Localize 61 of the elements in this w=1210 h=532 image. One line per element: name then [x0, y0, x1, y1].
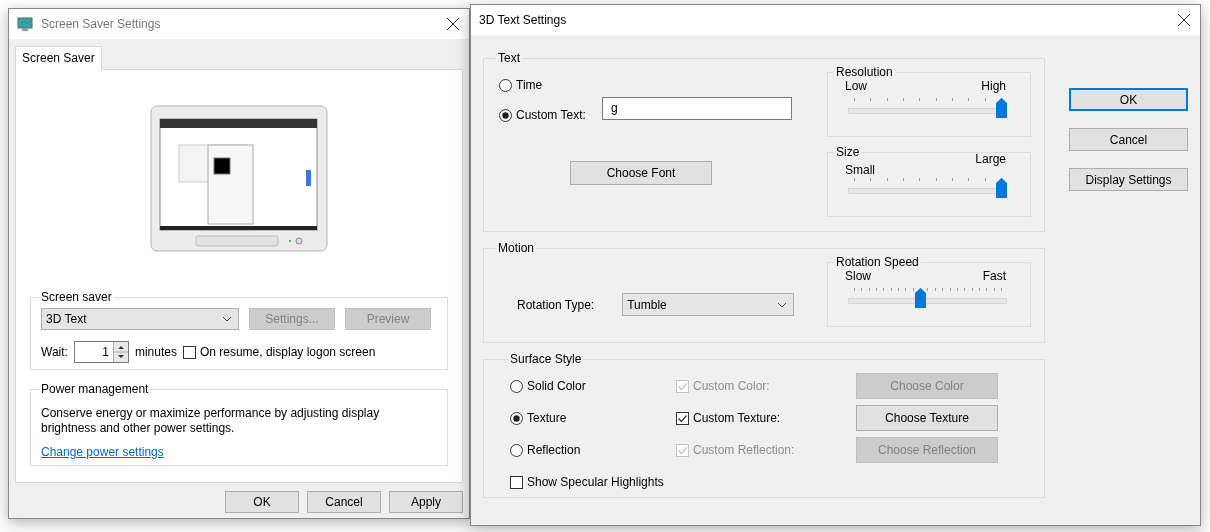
close-icon[interactable]	[445, 16, 461, 32]
group-label: Resolution	[835, 65, 894, 79]
dialog-button[interactable]: Display Settings	[1069, 168, 1188, 191]
chevron-icon	[222, 316, 232, 322]
slider-min-label: Small	[845, 163, 875, 177]
radio-button[interactable]	[499, 108, 512, 122]
radio-label: Time	[516, 78, 543, 92]
group-label: Rotation Speed	[835, 255, 920, 269]
window-title: Screen Saver Settings	[41, 17, 162, 31]
slider-thumb[interactable]	[996, 98, 1007, 118]
rotation-type-label: Rotation Type:	[517, 297, 595, 312]
close-icon[interactable]	[1176, 12, 1192, 28]
slider-max-label: Fast	[982, 269, 1006, 283]
checkbox-label: Custom Texture:	[693, 411, 781, 425]
checkbox-label: Show Specular Highlights	[527, 475, 664, 489]
radio-button[interactable]	[510, 411, 523, 425]
wait-spinner[interactable]: 1	[73, 341, 129, 363]
dialog-button[interactable]: Apply	[389, 491, 463, 513]
slider-max-label: Large	[975, 152, 1006, 166]
slider-thumb[interactable]	[996, 178, 1007, 198]
spin-arrows-icon[interactable]	[112, 342, 128, 362]
wait-label: Wait:	[41, 345, 68, 359]
group-label: Motion	[497, 241, 536, 255]
rotation-type-dropdown[interactable]: Tumble	[622, 293, 795, 316]
group-label: Size	[835, 145, 861, 159]
checkbox-label: On resume, display logon screen	[199, 345, 376, 359]
radio-button[interactable]	[510, 379, 523, 393]
minutes-label: minutes	[134, 345, 177, 359]
checkbox[interactable]	[676, 411, 689, 425]
monitor-icon	[17, 16, 33, 32]
checkbox[interactable]	[182, 345, 196, 359]
radio-label: Reflection	[527, 443, 581, 457]
group-label: Screen saver	[40, 290, 113, 304]
dialog-button[interactable]: OK	[225, 491, 299, 513]
choose-button[interactable]: Choose Texture	[856, 405, 998, 431]
tab[interactable]: Screen Saver	[15, 46, 102, 70]
choose-font-button[interactable]: Choose Font	[570, 161, 712, 185]
screen-saver-dropdown[interactable]: 3D Text	[41, 308, 239, 330]
group-label: Power management	[40, 382, 150, 396]
slider-min-label: Slow	[845, 269, 871, 283]
power-settings-link[interactable]: Change power settings	[41, 445, 164, 459]
radio-label: Solid Color	[527, 379, 586, 393]
dialog-button[interactable]: Cancel	[1069, 128, 1188, 151]
radio-button[interactable]	[510, 443, 523, 457]
group-label: Surface Style	[509, 352, 583, 366]
group-label: Text	[497, 51, 521, 65]
radio-button[interactable]	[499, 78, 512, 92]
window-title: 3D Text Settings	[479, 13, 568, 27]
power-description: Conserve energy or maximize performance by adjusting display brightness and other power settings.	[41, 406, 381, 436]
slider-min-label: Low	[845, 79, 867, 93]
dialog-button[interactable]: Cancel	[307, 491, 381, 513]
radio-label: Custom Text:	[516, 108, 586, 122]
chevron-icon	[777, 301, 788, 308]
slider-max-label: High	[981, 79, 1006, 93]
custom-text-field[interactable]: g	[602, 97, 792, 120]
checkbox-label: Custom Color:	[693, 379, 770, 393]
dialog-button[interactable]: OK	[1069, 88, 1188, 111]
radio-label: Texture	[527, 411, 567, 425]
slider-thumb[interactable]	[915, 288, 927, 308]
checkbox-label: Custom Reflection:	[693, 443, 795, 457]
checkbox[interactable]	[510, 475, 523, 489]
